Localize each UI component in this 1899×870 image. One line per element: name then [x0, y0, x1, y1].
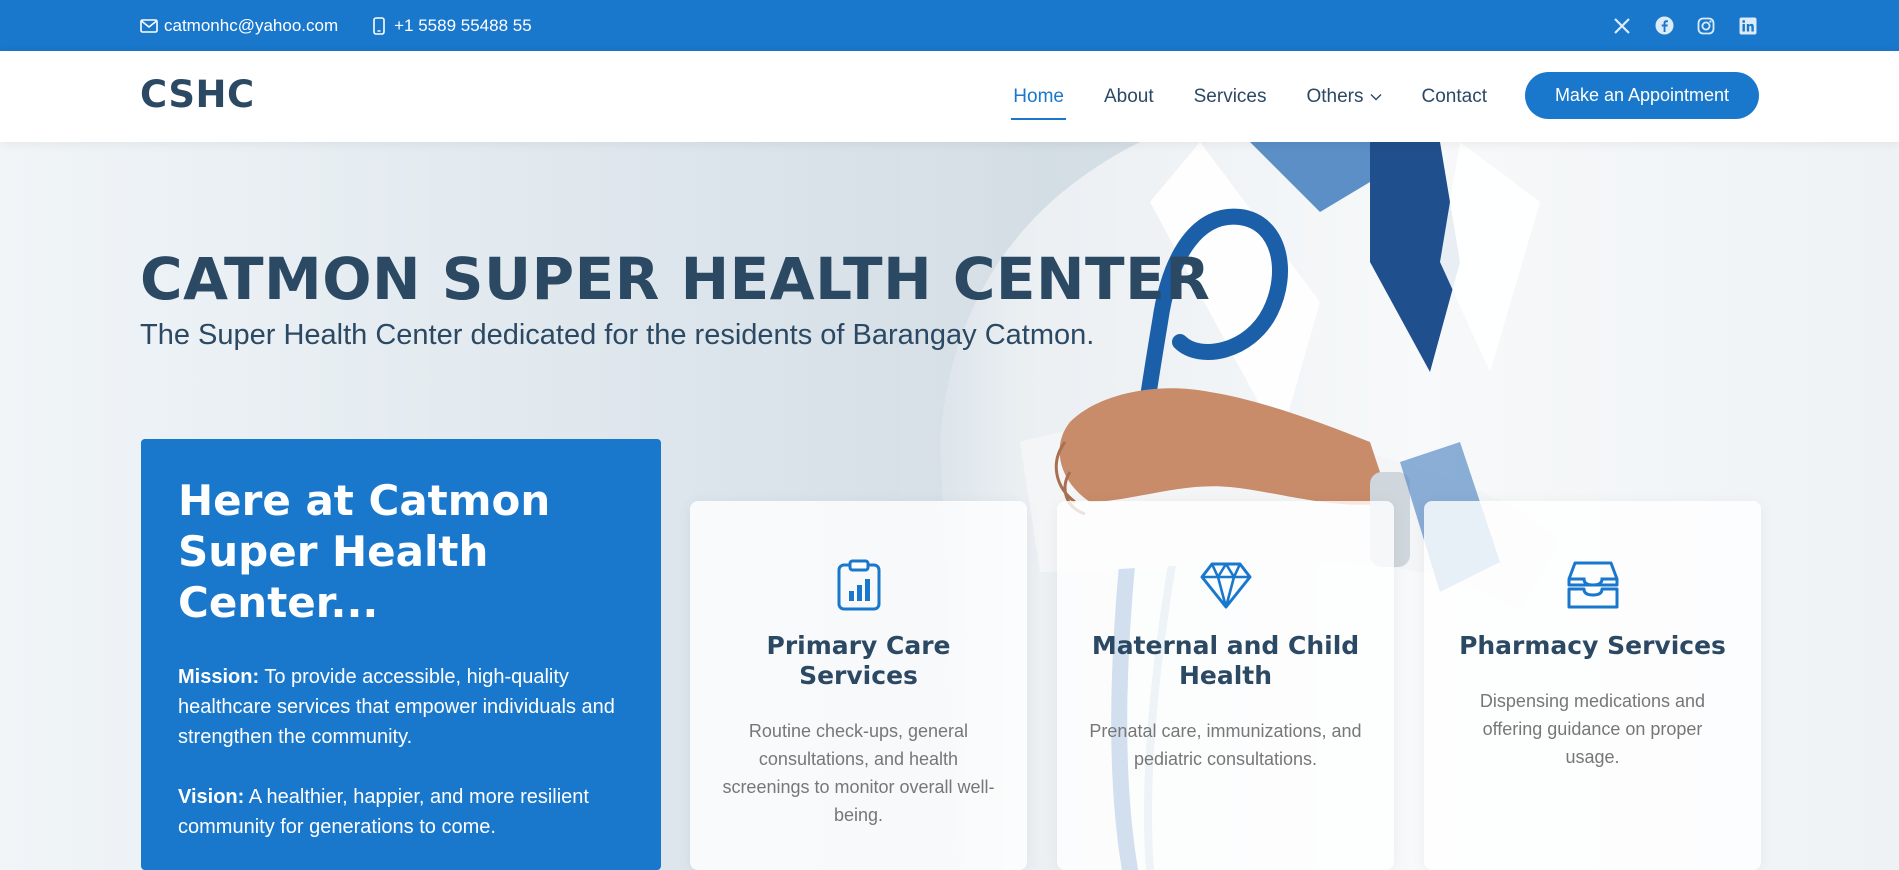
phone-text: +1 5589 55488 55 [394, 15, 532, 35]
mission-paragraph: Mission: To provide accessible, high-qua… [178, 662, 624, 752]
mission-label: Mission: [178, 666, 260, 688]
vision-paragraph: Vision: A healthier, happier, and more r… [178, 782, 624, 842]
topbar: catmonhc@yahoo.com +1 5589 55488 55 [0, 0, 1899, 51]
social-links [1591, 0, 1759, 51]
gem-icon [1200, 559, 1252, 611]
service-card-primary-care[interactable]: Primary Care Services Routine check-ups,… [690, 501, 1027, 870]
inboxes-icon [1567, 559, 1619, 611]
card-text: Routine check-ups, general consultations… [722, 721, 995, 825]
why-us-heading: Here at Catmon Super Health Center... [178, 476, 551, 627]
nav-contact[interactable]: Contact [1422, 86, 1487, 108]
service-card-pharmacy[interactable]: Pharmacy Services Dispensing medications… [1424, 501, 1761, 870]
main-nav: Home About Services Others Contact [973, 51, 1487, 142]
envelope-icon [140, 17, 158, 35]
site-logo[interactable]: CSHC [140, 73, 255, 116]
topbar-contact: catmonhc@yahoo.com +1 5589 55488 55 [140, 0, 564, 51]
card-text: Prenatal care, immunizations, and pediat… [1089, 721, 1362, 769]
card-title: Pharmacy Services [1459, 631, 1726, 660]
card-text: Dispensing medications and offering guid… [1479, 691, 1706, 767]
vision-label: Vision: [178, 786, 245, 808]
nav-services[interactable]: Services [1194, 86, 1267, 108]
card-title: Primary Care Services [766, 631, 951, 690]
hero-section: CATMON SUPER HEALTH CENTER The Super Hea… [0, 142, 1899, 870]
why-us-box: Here at Catmon Super Health Center... Mi… [141, 439, 661, 870]
nav-others[interactable]: Others [1306, 85, 1382, 108]
facebook-icon[interactable] [1653, 15, 1675, 37]
linkedin-icon[interactable] [1737, 15, 1759, 37]
nav-others-label: Others [1306, 85, 1364, 107]
x-icon[interactable] [1611, 15, 1633, 37]
service-card-maternal-child[interactable]: Maternal and Child Health Prenatal care,… [1057, 501, 1394, 870]
hero-subtitle: The Super Health Center dedicated for th… [140, 319, 1095, 351]
card-title: Maternal and Child Health [1091, 631, 1360, 690]
site-header: CSHC Home About Services Others Contact … [0, 51, 1899, 142]
chevron-down-icon [1370, 93, 1382, 101]
nav-about[interactable]: About [1104, 86, 1154, 108]
instagram-icon[interactable] [1695, 15, 1717, 37]
phone-link[interactable]: +1 5589 55488 55 [370, 16, 532, 36]
clipboard-data-icon [833, 559, 885, 611]
email-link[interactable]: catmonhc@yahoo.com [140, 16, 338, 36]
make-appointment-button[interactable]: Make an Appointment [1525, 72, 1759, 119]
nav-home[interactable]: Home [1011, 86, 1066, 120]
email-text: catmonhc@yahoo.com [164, 15, 339, 35]
phone-icon [370, 16, 388, 35]
hero-title: CATMON SUPER HEALTH CENTER [140, 245, 1211, 313]
